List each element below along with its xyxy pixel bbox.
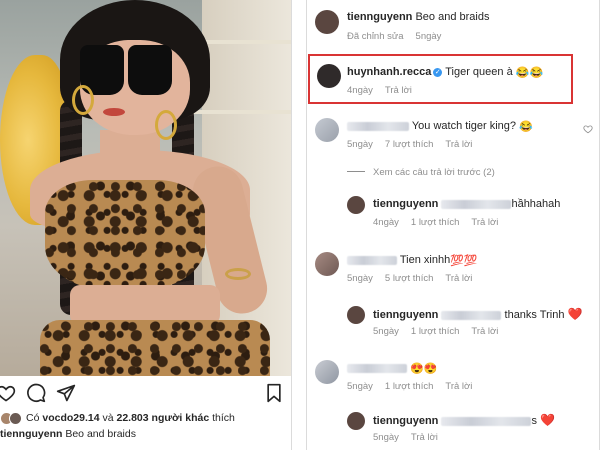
comment-username[interactable]: tiennguyenn xyxy=(373,415,438,427)
others-count[interactable]: 22.803 người khác xyxy=(117,412,210,424)
post-panel: Có vocdo29.14 và 22.803 người khác thích… xyxy=(0,0,292,450)
timestamp: 5ngày xyxy=(415,31,442,42)
caption-text: Beo and braids xyxy=(65,428,136,440)
view-replies-link[interactable]: Xem các câu trả lời trước (2) xyxy=(347,167,507,178)
blurred-mention xyxy=(441,310,502,320)
comment-text: You watch tiger king? 😂 xyxy=(347,120,533,133)
like-count[interactable]: 7 lượt thích xyxy=(385,139,434,150)
heart-emoji: ❤️ xyxy=(540,413,555,427)
avatar[interactable] xyxy=(315,10,339,34)
comment-username[interactable]: tiennguyenn xyxy=(347,11,412,23)
avatar[interactable] xyxy=(347,412,365,430)
likes-summary: Có vocdo29.14 và 22.803 người khác thích xyxy=(0,409,291,427)
liker-username[interactable]: vocdo29.14 xyxy=(42,412,99,424)
reply-button[interactable]: Trả lời xyxy=(471,326,498,337)
comment-meta: 5ngày 7 lượt thích Trả lời xyxy=(347,139,484,150)
reply-button[interactable]: Trả lời xyxy=(445,139,472,150)
caption-username[interactable]: tiennguyenn xyxy=(0,428,62,440)
comment-meta: 5ngày 1 lượt thích Trả lời xyxy=(347,381,484,392)
post-caption: tiennguyenn Beo and braids xyxy=(0,428,291,440)
likes-middle: và xyxy=(102,412,114,424)
like-heart-icon[interactable] xyxy=(583,124,593,134)
caption-comment: tiennguyenn Beo and braids Đã chỉnh sửa 5… xyxy=(307,4,597,46)
photo-bangle xyxy=(225,268,251,280)
timestamp: 5ngày xyxy=(347,273,373,284)
reply-button[interactable]: Trả lời xyxy=(445,381,472,392)
photo-shelf xyxy=(190,110,291,114)
comment: 😍😍 5ngày 1 lượt thích Trả lời xyxy=(307,356,597,396)
likes-suffix: thích xyxy=(212,412,235,424)
comment-meta: 5ngày 5 lượt thích Trả lời xyxy=(347,273,484,284)
post-actions xyxy=(0,376,291,406)
comment-username[interactable]: tiennguyenn xyxy=(373,198,438,210)
timestamp: 5ngày xyxy=(373,432,399,443)
comment-text: tiennguyenn Beo and braids xyxy=(347,11,489,23)
comment-text: tiennguyenn hầhhahah xyxy=(373,198,560,210)
likes-prefix: Có xyxy=(26,412,40,424)
timestamp: 5ngày xyxy=(373,326,399,337)
comment-meta: 4ngày 1 lượt thích Trả lời xyxy=(373,217,510,228)
comment-meta: Đã chỉnh sửa 5ngày xyxy=(347,31,453,42)
comment-meta: 5ngày 1 lượt thích Trả lời xyxy=(373,326,510,337)
avatar[interactable] xyxy=(347,196,365,214)
blurred-mention xyxy=(441,199,512,209)
edited-label: Đã chỉnh sửa xyxy=(347,31,404,42)
heart-emoji: ❤️ xyxy=(567,307,583,321)
comment-body: Tien xinhh xyxy=(399,254,451,266)
reply-comment: tiennguyenn thanks Trinh ❤️ 5ngày 1 lượt … xyxy=(307,302,597,342)
comment-body: Beo and braids xyxy=(415,11,490,23)
blurred-username xyxy=(347,255,397,265)
like-count[interactable]: 1 lượt thích xyxy=(411,326,460,337)
comment-body: thanks Trinh xyxy=(504,309,565,321)
blurred-username xyxy=(347,121,409,131)
timestamp: 5ngày xyxy=(347,139,373,150)
comment-text: Tien xinhh💯💯 xyxy=(347,254,478,267)
share-icon[interactable] xyxy=(56,383,76,403)
reply-comment: tiennguyenn s ❤️ 5ngày Trả lời xyxy=(307,408,597,448)
photo-earring xyxy=(155,110,177,140)
comment-icon[interactable] xyxy=(26,383,46,403)
photo-leopard-skirt xyxy=(40,320,270,376)
bookmark-icon[interactable] xyxy=(264,383,284,403)
timestamp: 4ngày xyxy=(373,217,399,228)
comment-body: hầhhahah xyxy=(511,198,561,210)
photo-lips xyxy=(103,108,125,116)
avatar[interactable] xyxy=(315,360,339,384)
photo-earring xyxy=(72,85,94,115)
highlight-box xyxy=(308,54,573,104)
reply-button[interactable]: Trả lời xyxy=(445,273,472,284)
comment-username[interactable]: tiennguyenn xyxy=(373,309,438,321)
reply-button[interactable]: Trả lời xyxy=(411,432,438,443)
photo-leopard-top xyxy=(45,180,205,290)
heart-icon[interactable] xyxy=(0,383,16,403)
comment-text: 😍😍 xyxy=(347,362,437,375)
emoji: 😂 xyxy=(519,121,533,133)
blurred-mention xyxy=(441,416,532,426)
reply-button[interactable]: Trả lời xyxy=(471,217,498,228)
like-count[interactable]: 1 lượt thích xyxy=(385,381,434,392)
avatar[interactable] xyxy=(315,118,339,142)
comment: You watch tiger king? 😂 5ngày 7 lượt thíc… xyxy=(307,112,597,152)
emoji: 😍😍 xyxy=(410,363,438,375)
reply-comment: tiennguyenn hầhhahah 4ngày 1 lượt thích Tr… xyxy=(307,190,597,230)
comment-text: tiennguyenn thanks Trinh ❤️ xyxy=(373,307,582,321)
blurred-username xyxy=(347,363,407,373)
comment-meta: 5ngày Trả lời xyxy=(373,432,450,443)
comment-body: s xyxy=(531,415,537,427)
comment-body: You watch tiger king? xyxy=(411,120,517,132)
comment: Tien xinhh💯💯 5ngày 5 lượt thích Trả lời xyxy=(307,248,597,288)
timestamp: 5ngày xyxy=(347,381,373,392)
photo-neck xyxy=(100,130,160,175)
like-count[interactable]: 5 lượt thích xyxy=(385,273,434,284)
photo-waist xyxy=(70,285,220,325)
avatar[interactable] xyxy=(315,252,339,276)
avatar[interactable] xyxy=(347,306,365,324)
post-photo[interactable] xyxy=(0,0,291,376)
liker-avatars xyxy=(0,411,22,425)
emoji: 💯💯 xyxy=(450,255,478,267)
like-count[interactable]: 1 lượt thích xyxy=(411,217,460,228)
photo-sunglasses xyxy=(78,45,174,97)
comment-text: tiennguyenn s ❤️ xyxy=(373,413,555,427)
